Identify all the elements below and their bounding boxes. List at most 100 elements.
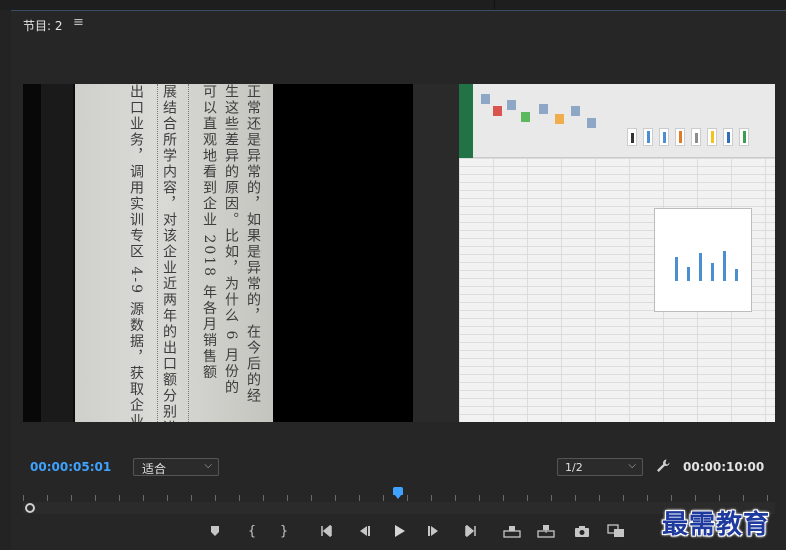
clip-right-monitor-photo <box>413 84 775 422</box>
chart-style-thumb <box>643 128 653 146</box>
ruler-tick <box>575 495 576 501</box>
clip-left-book-page: 出口业务，调用实训专区 4-9 源数据，获取企业近 展结合所学内容，对该企业近两… <box>23 84 273 422</box>
ribbon-icon <box>587 118 596 128</box>
page-text-column: 生这些差异的原因。比如，为什么 6 月份的 <box>225 84 239 396</box>
ruler-tick <box>431 495 432 501</box>
ruler-tick <box>407 495 408 501</box>
page-text-column: 正常还是异常的，如果是异常的，在今后的经 <box>247 84 261 404</box>
go-to-out-icon <box>465 525 476 537</box>
ruler-tick <box>95 495 96 501</box>
ruler-tick <box>479 495 480 501</box>
ribbon-icon <box>481 94 490 104</box>
page-dotted-line <box>157 84 158 422</box>
ruler-tick <box>359 495 360 501</box>
ruler-tick <box>119 495 120 501</box>
zoom-scrollbar-handle[interactable] <box>25 503 35 513</box>
chart-style-thumb <box>723 128 733 146</box>
ribbon-icon <box>555 114 564 124</box>
chevron-down-icon: ⌵ <box>628 460 636 471</box>
ribbon-icon <box>493 106 502 116</box>
chart-bar <box>723 251 726 281</box>
ribbon-icon <box>521 112 530 122</box>
program-viewer[interactable]: 出口业务，调用实训专区 4-9 源数据，获取企业近 展结合所学内容，对该企业近两… <box>23 84 775 422</box>
mark-out-icon: } <box>279 523 289 539</box>
chart-style-thumb <box>627 128 637 146</box>
ruler-tick <box>527 495 528 501</box>
ruler-tick <box>239 495 240 501</box>
playback-resolution-dropdown[interactable]: 1/2 ⌵ <box>557 458 643 476</box>
top-strip-divider <box>494 0 495 10</box>
chart-style-thumb <box>675 128 685 146</box>
zoom-fit-value: 适合 <box>142 462 167 476</box>
play-button[interactable] <box>389 521 409 541</box>
chart-bar <box>699 253 702 281</box>
compare-view-button[interactable] <box>606 521 626 541</box>
clip-left-spine <box>41 84 73 422</box>
ruler-tick <box>551 495 552 501</box>
add-marker-button[interactable] <box>205 521 225 541</box>
chart-style-thumb <box>707 128 717 146</box>
ruler-tick <box>311 495 312 501</box>
page-text-column: 展结合所学内容，对该企业近两年的出口额分别进行 <box>163 84 177 422</box>
mark-in-icon: { <box>247 523 257 539</box>
ruler-tick <box>719 495 720 501</box>
embedded-chart <box>654 208 752 312</box>
camera-icon <box>575 526 589 537</box>
ruler-tick <box>167 495 168 501</box>
monitor-screen <box>459 84 775 422</box>
top-strip <box>0 0 786 10</box>
step-forward-button[interactable] <box>424 521 444 541</box>
playhead-pointer <box>394 494 402 499</box>
step-forward-icon <box>428 526 438 536</box>
ruler-tick <box>743 495 744 501</box>
ruler-tick <box>47 495 48 501</box>
compare-view-icon <box>607 524 624 537</box>
lift-button[interactable] <box>502 521 522 541</box>
mark-in-button[interactable]: { <box>242 521 262 541</box>
panel-tab-bar: 节目: 2 ≡ <box>11 11 786 37</box>
export-frame-button[interactable] <box>572 521 592 541</box>
ribbon-icon <box>571 106 580 116</box>
ruler-tick <box>143 495 144 501</box>
chart-bar <box>687 267 690 281</box>
chart-style-thumb <box>691 128 701 146</box>
marker-icon <box>211 526 219 536</box>
chart-bar <box>735 269 738 281</box>
panel-title[interactable]: 节目: 2 <box>23 17 63 34</box>
chevron-down-icon: ⌵ <box>204 460 212 471</box>
panel-menu-icon[interactable]: ≡ <box>73 15 84 30</box>
ruler-tick <box>671 495 672 501</box>
monitor-bezel <box>413 84 459 422</box>
spreadsheet-ribbon <box>459 84 775 158</box>
current-timecode[interactable]: 00:00:05:01 <box>30 460 111 474</box>
zoom-fit-dropdown[interactable]: 适合 ⌵ <box>133 458 219 476</box>
go-to-out-button[interactable] <box>458 521 478 541</box>
step-back-button[interactable] <box>354 521 374 541</box>
extract-button[interactable] <box>536 521 556 541</box>
ruler-tick <box>263 495 264 501</box>
page-text-column: 出口业务，调用实训专区 4-9 源数据，获取企业近 <box>130 84 144 422</box>
chart-style-thumb <box>739 128 749 146</box>
playhead[interactable] <box>393 487 403 499</box>
go-to-in-button[interactable] <box>319 521 339 541</box>
ruler-tick <box>455 495 456 501</box>
duration-timecode: 00:00:10:00 <box>683 460 765 474</box>
ruler-tick <box>287 495 288 501</box>
ruler-tick <box>71 495 72 501</box>
chart-bar <box>675 257 678 281</box>
ruler-tick <box>383 495 384 501</box>
go-to-in-icon <box>321 525 332 537</box>
ruler-tick <box>23 495 24 501</box>
ribbon-icon <box>507 100 516 110</box>
page-dotted-line <box>188 84 189 422</box>
lift-icon <box>503 526 521 538</box>
ruler-tick <box>647 495 648 501</box>
wrench-icon[interactable] <box>655 458 671 474</box>
mark-out-button[interactable]: } <box>274 521 294 541</box>
chart-bar <box>711 263 714 281</box>
ruler-tick <box>767 495 768 501</box>
extract-icon <box>537 525 555 538</box>
clip-left-shadow <box>23 84 41 422</box>
step-back-icon <box>360 526 370 536</box>
ribbon-accent <box>459 84 473 158</box>
